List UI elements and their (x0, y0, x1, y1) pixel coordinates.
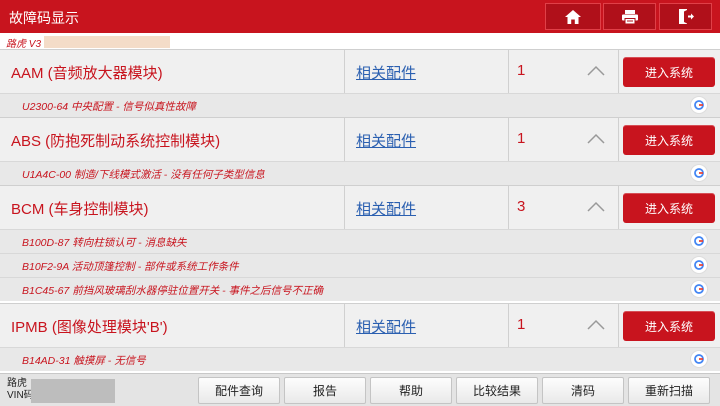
divider (618, 118, 619, 161)
chevron-up-icon[interactable] (586, 319, 606, 331)
exit-icon (678, 9, 694, 24)
google-search-icon[interactable] (690, 96, 708, 114)
google-search-icon[interactable] (690, 350, 708, 368)
dtc-count: 1 (517, 316, 526, 333)
redacted-area (31, 379, 115, 403)
clear-codes-button[interactable]: 清码 (542, 377, 624, 404)
divider (344, 50, 345, 93)
enter-system-button[interactable]: 进入系统 (623, 57, 715, 87)
home-icon (565, 9, 581, 24)
system-row-bcm: BCM (车身控制模块) 相关配件 3 进入系统 (0, 185, 720, 229)
dtc-text: B1C45-67 前挡风玻璃刮水器停驻位置开关 - 事件之后信号不正确 (22, 285, 324, 297)
vehicle-info: 路虎 V3 (0, 33, 720, 50)
system-row-aam: AAM (音频放大器模块) 相关配件 1 进入系统 (0, 49, 720, 93)
bottom-toolbar: 路虎 VIN码 配件查询 报告 帮助 比较结果 清码 重新扫描 (0, 373, 720, 406)
divider (344, 186, 345, 229)
enter-system-button[interactable]: 进入系统 (623, 193, 715, 223)
divider (508, 50, 509, 93)
dtc-item: B1C45-67 前挡风玻璃刮水器停驻位置开关 - 事件之后信号不正确 (0, 277, 720, 301)
chevron-up-icon[interactable] (586, 65, 606, 77)
vehicle-make: 路虎 (7, 378, 27, 389)
dtc-text: B100D-87 转向柱锁认可 - 消息缺失 (22, 237, 187, 249)
compare-results-button[interactable]: 比较结果 (456, 377, 538, 404)
system-name: ABS (防抱死制动系统控制模块) (11, 133, 221, 150)
system-name: IPMB (图像处理模块'B') (11, 319, 168, 336)
system-name: AAM (音频放大器模块) (11, 65, 163, 82)
related-parts-link[interactable]: 相关配件 (356, 198, 416, 219)
print-button[interactable] (603, 3, 656, 30)
divider (508, 186, 509, 229)
dtc-count: 1 (517, 62, 526, 79)
rescan-button[interactable]: 重新扫描 (628, 377, 710, 404)
google-search-icon[interactable] (690, 164, 708, 182)
dtc-text: B10F2-9A 活动顶篷控制 - 部件或系统工作条件 (22, 261, 239, 273)
google-search-icon[interactable] (690, 280, 708, 298)
divider (508, 304, 509, 347)
vehicle-summary: 路虎 VIN码 (7, 378, 115, 403)
system-row-ipmb: IPMB (图像处理模块'B') 相关配件 1 进入系统 (0, 303, 720, 347)
home-button[interactable] (545, 3, 601, 30)
divider (618, 186, 619, 229)
dtc-text: U1A4C-00 制造/下线模式激活 - 没有任何子类型信息 (22, 169, 265, 181)
system-row-abs: ABS (防抱死制动系统控制模块) 相关配件 1 进入系统 (0, 117, 720, 161)
dtc-item: B10F2-9A 活动顶篷控制 - 部件或系统工作条件 (0, 253, 720, 277)
related-parts-link[interactable]: 相关配件 (356, 316, 416, 337)
print-icon (621, 9, 638, 24)
dtc-text: B14AD-31 触摸屏 - 无信号 (22, 355, 146, 367)
system-name: BCM (车身控制模块) (11, 201, 149, 218)
dtc-count: 3 (517, 198, 526, 215)
enter-system-button[interactable]: 进入系统 (623, 311, 715, 341)
dtc-item: U1A4C-00 制造/下线模式激活 - 没有任何子类型信息 (0, 161, 720, 185)
dtc-text: U2300-64 中央配置 - 信号似真性故障 (22, 101, 196, 113)
page-title: 故障码显示 (9, 10, 79, 26)
divider (508, 118, 509, 161)
google-search-icon[interactable] (690, 232, 708, 250)
divider (618, 50, 619, 93)
help-button[interactable]: 帮助 (370, 377, 452, 404)
dtc-item: B14AD-31 触摸屏 - 无信号 (0, 347, 720, 371)
vehicle-label: 路虎 V3 (6, 39, 42, 50)
chevron-up-icon[interactable] (586, 133, 606, 145)
vin-label: VIN码 (7, 390, 34, 401)
divider (344, 304, 345, 347)
google-search-icon[interactable] (690, 256, 708, 274)
dtc-item: U2300-64 中央配置 - 信号似真性故障 (0, 93, 720, 117)
parts-query-button[interactable]: 配件查询 (198, 377, 280, 404)
enter-system-button[interactable]: 进入系统 (623, 125, 715, 155)
title-bar: 故障码显示 (0, 0, 720, 33)
related-parts-link[interactable]: 相关配件 (356, 62, 416, 83)
dtc-count: 1 (517, 130, 526, 147)
divider (618, 304, 619, 347)
report-button[interactable]: 报告 (284, 377, 366, 404)
redacted-area (44, 36, 170, 48)
exit-button[interactable] (659, 3, 712, 30)
dtc-item: B100D-87 转向柱锁认可 - 消息缺失 (0, 229, 720, 253)
divider (344, 118, 345, 161)
chevron-up-icon[interactable] (586, 201, 606, 213)
related-parts-link[interactable]: 相关配件 (356, 130, 416, 151)
